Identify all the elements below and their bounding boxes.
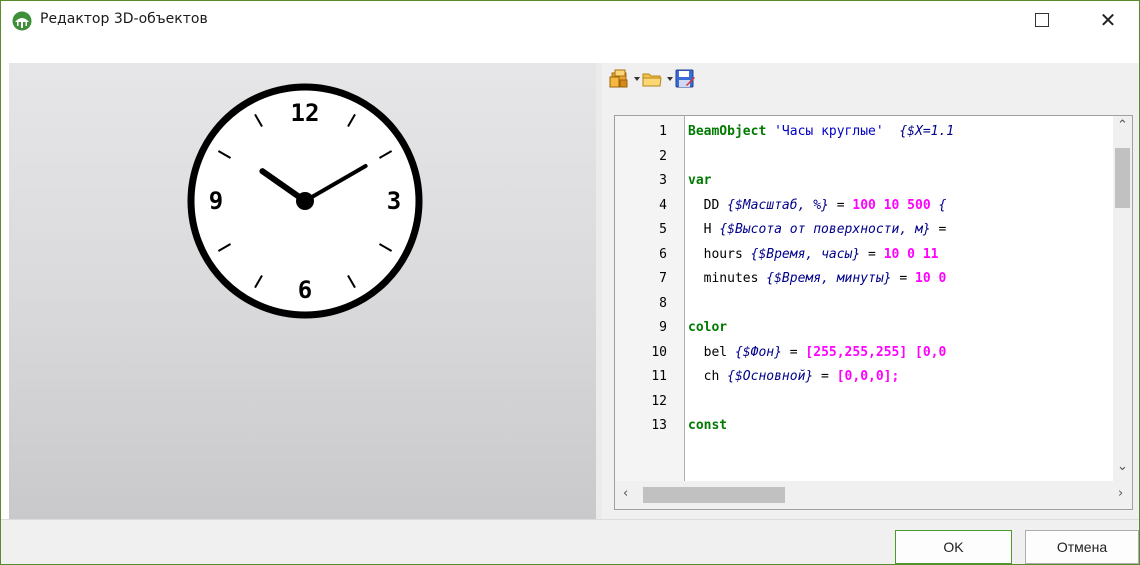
code-token: hours xyxy=(688,246,751,262)
line-number: 5 xyxy=(659,222,667,237)
line-number: 10 xyxy=(651,344,667,360)
templates-dropdown-icon[interactable] xyxy=(634,77,640,81)
maximize-icon xyxy=(1035,13,1049,27)
close-button[interactable]: ✕ xyxy=(1085,1,1131,39)
ok-button[interactable]: OK xyxy=(895,530,1012,564)
title-bar[interactable]: Редактор 3D-объектов ✕ xyxy=(1,1,1139,39)
code-token: var xyxy=(688,173,712,188)
line-number: 9 xyxy=(659,320,667,335)
code-token: color xyxy=(688,320,728,335)
clock-numeral-12: 12 xyxy=(291,99,320,127)
code-token: = xyxy=(828,197,853,213)
code-token: {$Основной} xyxy=(727,369,814,384)
templates-icon xyxy=(609,69,628,88)
scroll-left-icon[interactable]: ‹ xyxy=(623,486,628,501)
code-line[interactable]: DD {$Масштаб, %} = 100 10 500 { xyxy=(688,197,947,213)
code-token: 100 10 500 xyxy=(852,197,931,213)
open-dropdown-icon[interactable] xyxy=(667,77,673,81)
code-token: minutes xyxy=(688,271,767,286)
code-panel: 1 2 3 4 5 6 7 8 9 10 11 12 13 BeamObject 'Часы кругл… xyxy=(602,63,1139,519)
code-token: H xyxy=(688,222,720,237)
code-token: = xyxy=(813,369,837,384)
dialog-footer: OK Отмена xyxy=(1,519,1139,564)
clock-numeral-3: 3 xyxy=(387,187,401,215)
clock-numeral-6: 6 xyxy=(298,276,312,304)
line-number: 12 xyxy=(651,393,667,409)
code-token: DD xyxy=(688,197,728,213)
cancel-button[interactable]: Отмена xyxy=(1025,530,1139,564)
line-number: 2 xyxy=(659,148,667,164)
code-token: {$Фон} xyxy=(734,344,782,360)
code-line[interactable]: BeamObject 'Часы круглые' {$X=1.1 xyxy=(688,124,954,139)
code-token: 'Часы круглые' xyxy=(774,124,884,139)
line-number: 11 xyxy=(651,369,667,384)
scroll-up-icon[interactable]: ⌃ xyxy=(1117,118,1128,133)
line-number: 1 xyxy=(659,124,667,139)
open-folder-icon xyxy=(642,73,662,87)
code-line[interactable]: H {$Высота от поверхности, м} = xyxy=(688,222,947,237)
code-token: = xyxy=(781,344,806,360)
code-token: = xyxy=(891,271,915,286)
code-token: {$Время, часы} xyxy=(750,246,861,262)
templates-button[interactable] xyxy=(608,67,640,91)
code-line[interactable]: ch {$Основной} = [0,0,0]; xyxy=(688,369,900,384)
code-token: [255,255,255] [0,0 xyxy=(805,344,947,360)
code-token: = xyxy=(930,222,947,237)
vertical-scrollbar[interactable]: ⌃ ⌄ xyxy=(1113,116,1132,481)
code-line[interactable]: const xyxy=(688,418,727,433)
3d-preview-viewport[interactable]: 12 3 6 9 xyxy=(9,63,596,519)
editor-toolbar xyxy=(602,63,1139,97)
close-icon: ✕ xyxy=(1099,8,1117,32)
code-token: BeamObject xyxy=(688,124,767,139)
code-line[interactable]: var xyxy=(688,173,711,188)
open-button[interactable] xyxy=(641,67,673,91)
line-number: 13 xyxy=(651,418,667,433)
clock-center-pin xyxy=(296,192,314,210)
scroll-right-icon[interactable]: › xyxy=(1118,486,1123,501)
code-token: {$Высота от поверхности, м} xyxy=(719,222,931,237)
vertical-scroll-thumb[interactable] xyxy=(1115,148,1130,208)
window-title: Редактор 3D-объектов xyxy=(40,11,208,27)
code-token: 10 0 11 xyxy=(883,246,939,262)
code-line[interactable]: color xyxy=(688,320,727,335)
code-line[interactable]: bel {$Фон} = [255,255,255] [0,0 xyxy=(688,344,947,360)
editor-window: Редактор 3D-объектов ✕ 12 3 6 9 1 2 3 4 … xyxy=(0,0,1140,565)
horizontal-scroll-thumb[interactable] xyxy=(643,487,785,503)
code-editor[interactable]: 1 2 3 4 5 6 7 8 9 10 11 12 13 BeamObject 'Часы кругл… xyxy=(614,115,1133,510)
line-number-gutter: 1 2 3 4 5 6 7 8 9 10 11 12 13 xyxy=(615,116,685,481)
line-number: 3 xyxy=(659,173,667,188)
scroll-down-icon[interactable]: ⌄ xyxy=(1117,459,1128,474)
clock-object: 12 3 6 9 xyxy=(187,83,423,319)
code-token: bel xyxy=(688,344,735,360)
code-token: 10 0 xyxy=(915,271,947,286)
line-number: 6 xyxy=(659,246,667,262)
code-line[interactable]: hours {$Время, часы} = 10 0 11 xyxy=(688,246,939,262)
tree-dome-icon xyxy=(12,11,32,31)
code-line[interactable]: minutes {$Время, минуты} = 10 0 xyxy=(688,271,947,286)
code-token: { xyxy=(938,197,947,213)
maximize-button[interactable] xyxy=(1019,1,1065,39)
code-token: ch xyxy=(688,369,728,384)
code-token: {$Время, минуты} xyxy=(766,271,892,286)
line-number: 4 xyxy=(659,197,667,213)
code-token: const xyxy=(688,418,728,433)
save-icon xyxy=(675,69,695,88)
code-text-area[interactable]: BeamObject 'Часы круглые' {$X=1.1 var DD … xyxy=(686,116,1113,481)
line-number: 7 xyxy=(659,271,667,286)
line-number: 8 xyxy=(659,295,667,311)
save-button[interactable] xyxy=(674,67,696,91)
horizontal-scrollbar[interactable]: ‹ › xyxy=(615,481,1132,509)
clock-numeral-9: 9 xyxy=(209,187,223,215)
code-token: [0,0,0]; xyxy=(836,369,900,384)
code-token: {$X=1.1 xyxy=(899,124,955,139)
code-token: {$Масштаб, %} xyxy=(727,197,829,213)
code-token: = xyxy=(860,246,884,262)
